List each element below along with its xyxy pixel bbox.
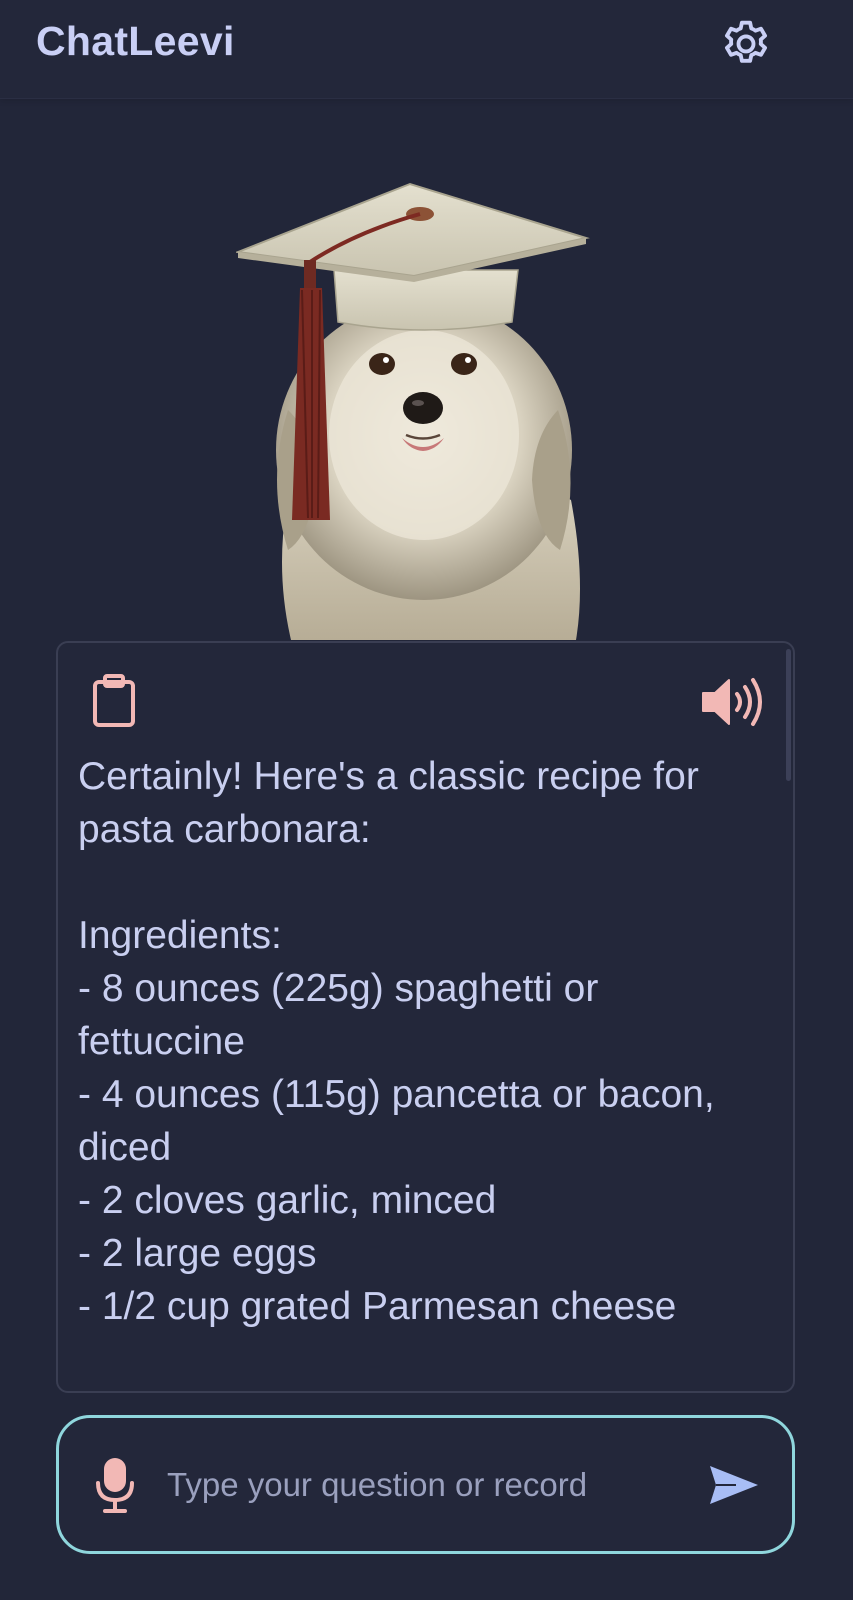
send-button[interactable]	[703, 1454, 765, 1516]
chat-input-bar	[56, 1415, 795, 1554]
avatar	[234, 180, 600, 640]
message-scrollbar[interactable]	[786, 649, 791, 781]
record-button[interactable]	[89, 1454, 141, 1516]
clipboard-icon	[93, 674, 135, 727]
read-aloud-button[interactable]	[698, 673, 768, 731]
gear-icon	[724, 20, 768, 63]
copy-button[interactable]	[88, 671, 140, 729]
app-title: ChatLeevi	[36, 18, 235, 64]
app-header: ChatLeevi	[0, 0, 853, 99]
assistant-message-card: Certainly! Here's a classic recipe for p…	[56, 641, 795, 1393]
microphone-icon	[96, 1458, 134, 1513]
assistant-message-text: Certainly! Here's a classic recipe for p…	[78, 755, 715, 1328]
settings-button[interactable]	[714, 10, 778, 74]
question-input[interactable]	[165, 1456, 669, 1514]
speaker-icon	[702, 678, 762, 726]
dog-avatar-image	[234, 182, 590, 640]
send-icon	[710, 1466, 758, 1504]
